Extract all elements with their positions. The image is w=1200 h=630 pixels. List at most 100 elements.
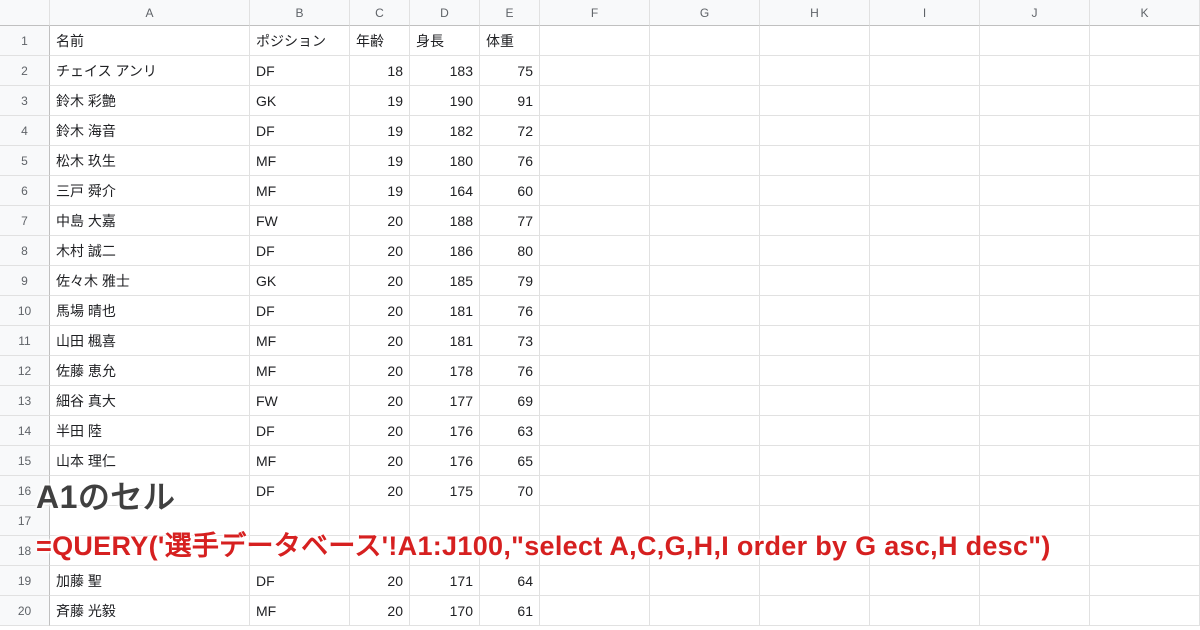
cell[interactable]	[760, 326, 870, 356]
cell[interactable]	[980, 296, 1090, 326]
row-header[interactable]: 13	[0, 386, 50, 416]
column-header-J[interactable]: J	[980, 0, 1090, 26]
cell[interactable]: 188	[410, 206, 480, 236]
cell[interactable]	[870, 296, 980, 326]
cell[interactable]: 175	[410, 476, 480, 506]
cell[interactable]	[870, 266, 980, 296]
cell[interactable]: MF	[250, 446, 350, 476]
cell[interactable]	[760, 566, 870, 596]
cell[interactable]: 170	[410, 596, 480, 626]
row-header[interactable]: 6	[0, 176, 50, 206]
cell[interactable]: 20	[350, 566, 410, 596]
cell[interactable]	[870, 356, 980, 386]
cell[interactable]: 松木 玖生	[50, 146, 250, 176]
cell[interactable]	[980, 176, 1090, 206]
cell[interactable]	[650, 56, 760, 86]
cell[interactable]	[980, 326, 1090, 356]
column-header-K[interactable]: K	[1090, 0, 1200, 26]
cell[interactable]	[760, 146, 870, 176]
cell[interactable]	[760, 116, 870, 146]
cell[interactable]	[760, 26, 870, 56]
cell[interactable]	[870, 26, 980, 56]
cell[interactable]	[540, 116, 650, 146]
cell[interactable]: 20	[350, 416, 410, 446]
cell[interactable]	[540, 176, 650, 206]
cell[interactable]	[540, 206, 650, 236]
row-header[interactable]: 4	[0, 116, 50, 146]
cell[interactable]	[980, 446, 1090, 476]
cell[interactable]	[650, 116, 760, 146]
cell[interactable]	[980, 116, 1090, 146]
cell[interactable]	[650, 476, 760, 506]
cell[interactable]	[980, 206, 1090, 236]
cell[interactable]: 176	[410, 416, 480, 446]
cell[interactable]: 91	[480, 86, 540, 116]
cell[interactable]	[870, 146, 980, 176]
cell[interactable]: 69	[480, 386, 540, 416]
cell[interactable]	[1090, 116, 1200, 146]
cell[interactable]: DF	[250, 56, 350, 86]
cell[interactable]: 72	[480, 116, 540, 146]
cell[interactable]: 半田 陸	[50, 416, 250, 446]
cell[interactable]	[870, 86, 980, 116]
column-header-D[interactable]: D	[410, 0, 480, 26]
cell[interactable]: 18	[350, 56, 410, 86]
cell[interactable]	[980, 26, 1090, 56]
cell[interactable]	[1090, 356, 1200, 386]
cell[interactable]: 76	[480, 356, 540, 386]
cell[interactable]	[870, 326, 980, 356]
cell[interactable]: DF	[250, 476, 350, 506]
cell[interactable]	[870, 116, 980, 146]
row-header[interactable]: 11	[0, 326, 50, 356]
column-header-A[interactable]: A	[50, 0, 250, 26]
cell[interactable]: ポジション	[250, 26, 350, 56]
cell[interactable]: 177	[410, 386, 480, 416]
cell[interactable]: 19	[350, 86, 410, 116]
cell[interactable]	[650, 206, 760, 236]
cell[interactable]	[540, 236, 650, 266]
cell[interactable]	[980, 476, 1090, 506]
cell[interactable]: 20	[350, 236, 410, 266]
cell[interactable]: 79	[480, 266, 540, 296]
cell[interactable]: MF	[250, 326, 350, 356]
cell[interactable]	[1090, 236, 1200, 266]
cell[interactable]: 20	[350, 476, 410, 506]
cell[interactable]: 181	[410, 326, 480, 356]
cell[interactable]: FW	[250, 386, 350, 416]
cell[interactable]	[870, 236, 980, 266]
column-header-I[interactable]: I	[870, 0, 980, 26]
cell[interactable]	[1090, 26, 1200, 56]
cell[interactable]: 76	[480, 146, 540, 176]
cell[interactable]: 70	[480, 476, 540, 506]
cell[interactable]	[540, 86, 650, 116]
cell[interactable]	[650, 146, 760, 176]
row-header[interactable]: 14	[0, 416, 50, 446]
cell[interactable]: 斉藤 光毅	[50, 596, 250, 626]
row-header[interactable]: 1	[0, 26, 50, 56]
cell[interactable]	[650, 386, 760, 416]
column-header-B[interactable]: B	[250, 0, 350, 26]
cell[interactable]	[1090, 476, 1200, 506]
cell[interactable]	[760, 416, 870, 446]
cell[interactable]: 164	[410, 176, 480, 206]
cell[interactable]	[1090, 326, 1200, 356]
cell[interactable]	[1090, 266, 1200, 296]
cell[interactable]: 19	[350, 176, 410, 206]
cell[interactable]	[760, 56, 870, 86]
column-header-C[interactable]: C	[350, 0, 410, 26]
cell[interactable]	[870, 386, 980, 416]
cell[interactable]: 細谷 真大	[50, 386, 250, 416]
column-header-G[interactable]: G	[650, 0, 760, 26]
cell[interactable]	[540, 26, 650, 56]
cell[interactable]: 20	[350, 296, 410, 326]
cell[interactable]	[870, 446, 980, 476]
cell[interactable]: 60	[480, 176, 540, 206]
cell[interactable]: 171	[410, 566, 480, 596]
cell[interactable]	[1090, 206, 1200, 236]
cell[interactable]	[540, 326, 650, 356]
cell[interactable]	[540, 386, 650, 416]
cell[interactable]: 190	[410, 86, 480, 116]
cell[interactable]	[650, 296, 760, 326]
cell[interactable]: MF	[250, 596, 350, 626]
cell[interactable]: 20	[350, 596, 410, 626]
